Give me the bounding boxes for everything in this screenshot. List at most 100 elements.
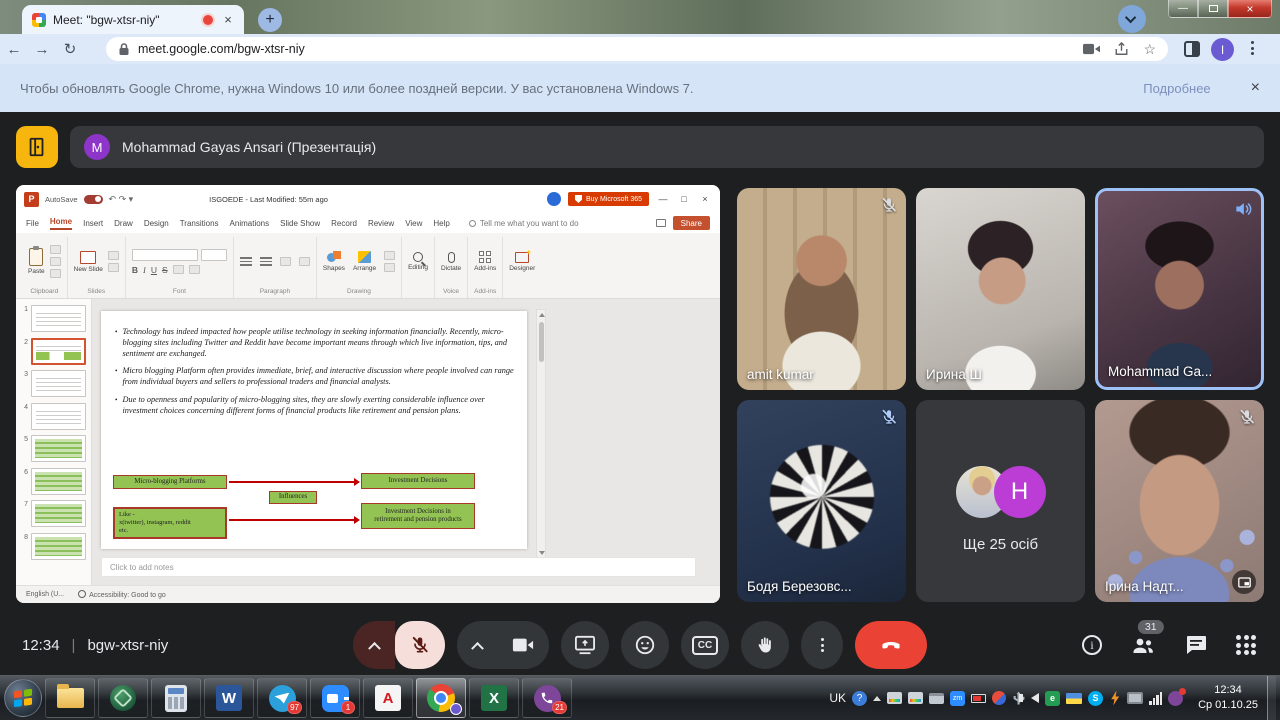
taskbar-calculator[interactable] bbox=[151, 678, 201, 718]
banner-close-icon[interactable]: × bbox=[1251, 79, 1260, 97]
participant-tile-amit-kumar[interactable]: amit kumar bbox=[737, 188, 906, 390]
banner-learn-more-link[interactable]: Подробнее bbox=[1143, 81, 1250, 96]
tray-display-icon[interactable] bbox=[1127, 692, 1143, 704]
diagram-box-retirement: Investment Decisions in retirement and p… bbox=[361, 503, 475, 529]
chrome-update-banner: Чтобы обновлять Google Chrome, нужна Win… bbox=[0, 64, 1280, 112]
tab-close-icon[interactable]: × bbox=[220, 12, 236, 27]
camera-button[interactable] bbox=[457, 621, 549, 669]
window-close-button[interactable]: × bbox=[1228, 0, 1272, 18]
language-indicator[interactable]: UK bbox=[829, 691, 846, 705]
tab-search-button[interactable] bbox=[1118, 5, 1146, 33]
tray-network-icon[interactable] bbox=[1149, 692, 1162, 705]
meeting-details-button[interactable]: i bbox=[1082, 635, 1102, 655]
ribbon-group-voice: Dictate Voice bbox=[435, 237, 468, 298]
addins-button: Add-ins bbox=[474, 251, 496, 272]
more-options-button[interactable] bbox=[801, 621, 843, 669]
participant-tile-mohammad[interactable]: Mohammad Ga... bbox=[1095, 188, 1264, 390]
diagram-arrow bbox=[229, 481, 355, 483]
participant-tile-irina-nadt[interactable]: Ірина Надт... bbox=[1095, 400, 1264, 602]
accessibility-icon bbox=[78, 590, 86, 598]
taskbar-telegram[interactable]: 97 bbox=[257, 678, 307, 718]
tray-antivirus-icon[interactable]: e bbox=[1045, 691, 1060, 706]
camera-permission-icon[interactable] bbox=[1083, 43, 1100, 55]
browser-tab[interactable]: Meet: "bgw-xtsr-niy" × bbox=[22, 5, 244, 34]
windows-logo-icon bbox=[14, 689, 32, 707]
taskbar-word[interactable]: W bbox=[204, 678, 254, 718]
tray-skype-icon[interactable]: S bbox=[1088, 691, 1103, 706]
start-button[interactable] bbox=[4, 679, 42, 717]
taskbar-chrome-active[interactable] bbox=[416, 678, 466, 718]
taskbar-acrobat[interactable]: A bbox=[363, 678, 413, 718]
slide-thumbnail-pane: 1 2 3 4 5 6 bbox=[16, 299, 92, 585]
taskbar-green-emblem-app[interactable] bbox=[98, 678, 148, 718]
activities-button[interactable] bbox=[1236, 635, 1256, 655]
microphone-button[interactable] bbox=[353, 621, 445, 669]
ppt-tab-record: Record bbox=[331, 219, 357, 228]
camera-options-chevron[interactable] bbox=[457, 621, 497, 669]
participants-button[interactable]: 31 bbox=[1130, 634, 1156, 656]
ppt-vertical-scrollbar bbox=[536, 309, 546, 559]
raise-hand-button[interactable] bbox=[741, 621, 789, 669]
window-restore-button[interactable] bbox=[1198, 0, 1228, 18]
browser-menu-icon[interactable] bbox=[1251, 41, 1254, 55]
notes-placeholder: Click to add notes bbox=[101, 557, 696, 577]
tray-app-icon[interactable] bbox=[992, 691, 1006, 705]
address-bar[interactable]: meet.google.com/bgw-xtsr-niy ☆ bbox=[106, 37, 1168, 61]
mic-muted-icon[interactable] bbox=[395, 621, 445, 669]
tray-ukraine-flag-icon[interactable] bbox=[1066, 693, 1082, 704]
shield-icon bbox=[575, 195, 582, 203]
side-panel-icon[interactable] bbox=[1184, 41, 1200, 57]
picture-in-picture-icon[interactable] bbox=[1232, 570, 1256, 594]
forward-icon[interactable]: → bbox=[28, 41, 56, 58]
presenter-name: Mohammad Gayas Ansari (Презентація) bbox=[122, 139, 376, 155]
taskbar-explorer[interactable] bbox=[45, 678, 95, 718]
new-tab-button[interactable]: + bbox=[258, 8, 282, 32]
taskbar-zoom[interactable]: 1 bbox=[310, 678, 360, 718]
taskbar-clock[interactable]: 12:34 Ср 01.10.25 bbox=[1192, 683, 1264, 713]
ppt-tab-insert: Insert bbox=[83, 219, 103, 228]
tray-battery-icon[interactable] bbox=[971, 694, 986, 703]
browser-profile-avatar[interactable]: I bbox=[1211, 38, 1234, 61]
windows-taskbar: W 97 1 A X 21 UK ? zm bbox=[0, 675, 1280, 720]
tray-power-icon[interactable] bbox=[1109, 691, 1121, 706]
chrome-profile-badge bbox=[450, 703, 462, 715]
screenshare-presentation-tile[interactable]: P AutoSave ↶ ↷ ▾ ISGOEDE - Last Modified… bbox=[16, 185, 720, 603]
share-icon[interactable] bbox=[1114, 42, 1129, 56]
reload-icon[interactable]: ↻ bbox=[56, 40, 84, 58]
tray-show-hidden-icon[interactable] bbox=[873, 696, 881, 701]
tray-color-device-icon[interactable] bbox=[887, 692, 902, 704]
camera-icon[interactable] bbox=[497, 621, 549, 669]
participant-tile-bodya[interactable]: Бодя Березовс... bbox=[737, 400, 906, 602]
ppt-tell-me: Tell me what you want to do bbox=[469, 219, 579, 228]
folder-icon bbox=[57, 688, 84, 708]
mic-options-chevron[interactable] bbox=[353, 621, 395, 669]
mic-off-icon bbox=[1238, 408, 1256, 426]
tray-zoom-icon[interactable]: zm bbox=[950, 691, 965, 706]
status-language: English (U... bbox=[26, 591, 64, 598]
participant-tile-irina-sh[interactable]: Ирина Ш bbox=[916, 188, 1085, 390]
tray-volume-icon[interactable] bbox=[1031, 693, 1039, 703]
show-desktop-button[interactable] bbox=[1267, 676, 1276, 720]
slide-thumbnail: 1 bbox=[19, 305, 86, 332]
clipboard-icon bbox=[29, 248, 43, 266]
tray-color-device-icon[interactable] bbox=[908, 692, 923, 704]
taskbar-viber[interactable]: 21 bbox=[522, 678, 572, 718]
present-screen-button[interactable] bbox=[561, 621, 609, 669]
window-minimize-button[interactable]: — bbox=[1168, 0, 1198, 18]
leave-room-door-icon[interactable] bbox=[16, 126, 58, 168]
magnifier-icon bbox=[413, 252, 423, 262]
captions-button[interactable]: CC bbox=[681, 621, 729, 669]
bookmark-star-icon[interactable]: ☆ bbox=[1143, 41, 1156, 58]
overflow-participants-tile[interactable]: H Ще 25 осіб bbox=[916, 400, 1085, 602]
taskbar-excel[interactable]: X bbox=[469, 678, 519, 718]
reactions-button[interactable] bbox=[621, 621, 669, 669]
leave-call-button[interactable] bbox=[855, 621, 927, 669]
tray-viber-icon[interactable] bbox=[1168, 691, 1183, 706]
chat-button[interactable] bbox=[1184, 634, 1208, 656]
tray-help-icon[interactable]: ? bbox=[852, 691, 867, 706]
tray-printer-icon[interactable] bbox=[929, 693, 944, 704]
more-participants-label: Ще 25 осіб bbox=[916, 536, 1085, 553]
apps-grid-icon bbox=[1236, 635, 1256, 655]
back-icon[interactable]: ← bbox=[0, 41, 28, 58]
ribbon-group-designer: Designer bbox=[503, 237, 541, 298]
